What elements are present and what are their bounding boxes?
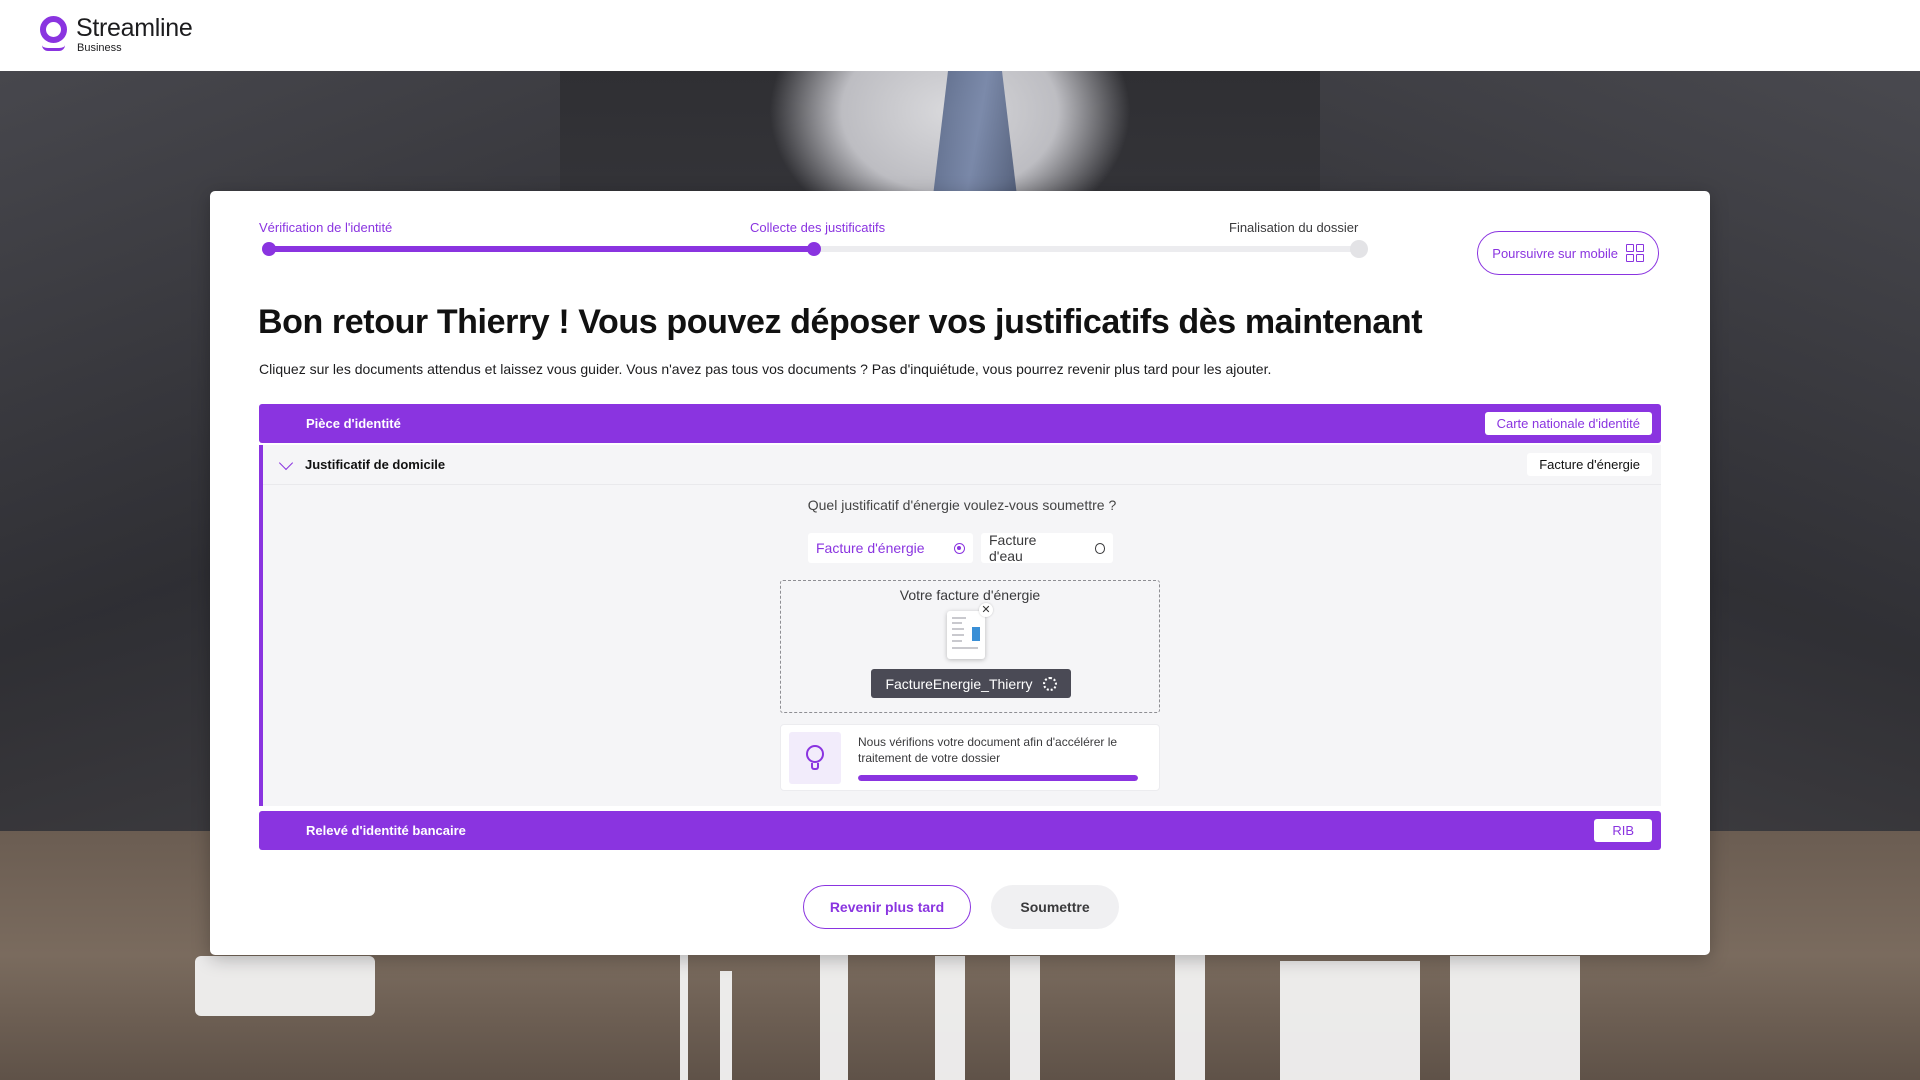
section-address-body: Quel justificatif d'énergie voulez-vous … [263,484,1661,806]
section-identity-label: Pièce d'identité [306,416,401,431]
uploaded-file-tag: FactureEnergie_Thierry [871,669,1071,698]
radio-energy-bill-label: Facture d'énergie [816,540,925,556]
lightbulb-icon [789,732,841,784]
section-identity-header[interactable]: Pièce d'identité Carte nationale d'ident… [259,404,1661,443]
section-address-label: Justificatif de domicile [305,457,446,472]
come-back-later-button[interactable]: Revenir plus tard [803,885,971,929]
radio-water-bill[interactable]: Facture d'eau [981,532,1113,564]
section-bank-header[interactable]: Relevé d'identité bancaire RIB [259,811,1661,850]
brand-subtitle: Business [77,42,122,54]
section-identity-value: Carte nationale d'identité [1484,412,1652,435]
progress-stepper: Vérification de l'identité Collecte des … [259,220,1369,270]
radio-water-bill-label: Facture d'eau [989,532,1037,564]
document-type-question: Quel justificatif d'énergie voulez-vous … [807,497,1117,513]
verification-notice: Nous vérifions votre document afin d'acc… [780,724,1160,791]
qr-code-icon [1626,244,1644,262]
document-thumbnail-icon [947,611,985,659]
step-dot-done [262,242,276,256]
uploaded-file-name: FactureEnergie_Thierry [885,675,1033,692]
stepper-progress-fill [267,246,814,252]
streamline-logo-icon [40,16,67,53]
radio-energy-bill[interactable]: Facture d'énergie [808,533,973,563]
page-intro: Cliquez sur les documents attendus et la… [259,361,1272,377]
remove-file-icon[interactable]: ✕ [979,603,993,617]
step-identity-verification: Vérification de l'identité [259,220,393,235]
verification-progress-bar [858,775,1138,781]
radio-selected-icon [954,542,965,554]
step-file-finalization: Finalisation du dossier [1229,220,1359,235]
document-type-radio-group: Facture d'énergie Facture d'eau [808,532,1113,564]
continue-on-mobile-button[interactable]: Poursuivre sur mobile [1477,231,1659,275]
step-dot-todo [1350,240,1368,258]
chevron-down-icon [278,455,294,470]
section-address-header[interactable]: Justificatif de domicile Facture d'énerg… [263,445,1661,484]
submit-button[interactable]: Soumettre [991,885,1119,929]
top-bar: Streamline Business [0,0,1920,71]
continue-on-mobile-label: Poursuivre sur mobile [1492,245,1618,261]
verification-progress-fill [858,775,1138,781]
section-address: Justificatif de domicile Facture d'énerg… [259,445,1661,806]
section-bank[interactable]: Relevé d'identité bancaire RIB [259,811,1661,850]
step-dot-current [807,242,821,256]
loading-spinner-icon [1042,676,1057,691]
verification-notice-text: Nous vérifions votre document afin d'acc… [858,735,1118,766]
file-dropzone[interactable]: Votre facture d'énergie ✕ FactureEnergie… [780,580,1160,713]
brand-name: Streamline [76,14,193,42]
section-address-value: Facture d'énergie [1527,453,1652,476]
section-bank-label: Relevé d'identité bancaire [306,823,466,838]
step-document-collection: Collecte des justificatifs [750,220,886,235]
section-bank-value: RIB [1594,819,1652,842]
brand-logo[interactable]: Streamline Business [40,16,193,54]
dropzone-label: Votre facture d'énergie [899,587,1041,603]
page-title: Bon retour Thierry ! Vous pouvez déposer… [258,303,1423,341]
radio-unselected-icon [1094,542,1105,554]
section-identity[interactable]: Pièce d'identité Carte nationale d'ident… [259,404,1661,443]
upload-card: Vérification de l'identité Collecte des … [210,191,1710,955]
